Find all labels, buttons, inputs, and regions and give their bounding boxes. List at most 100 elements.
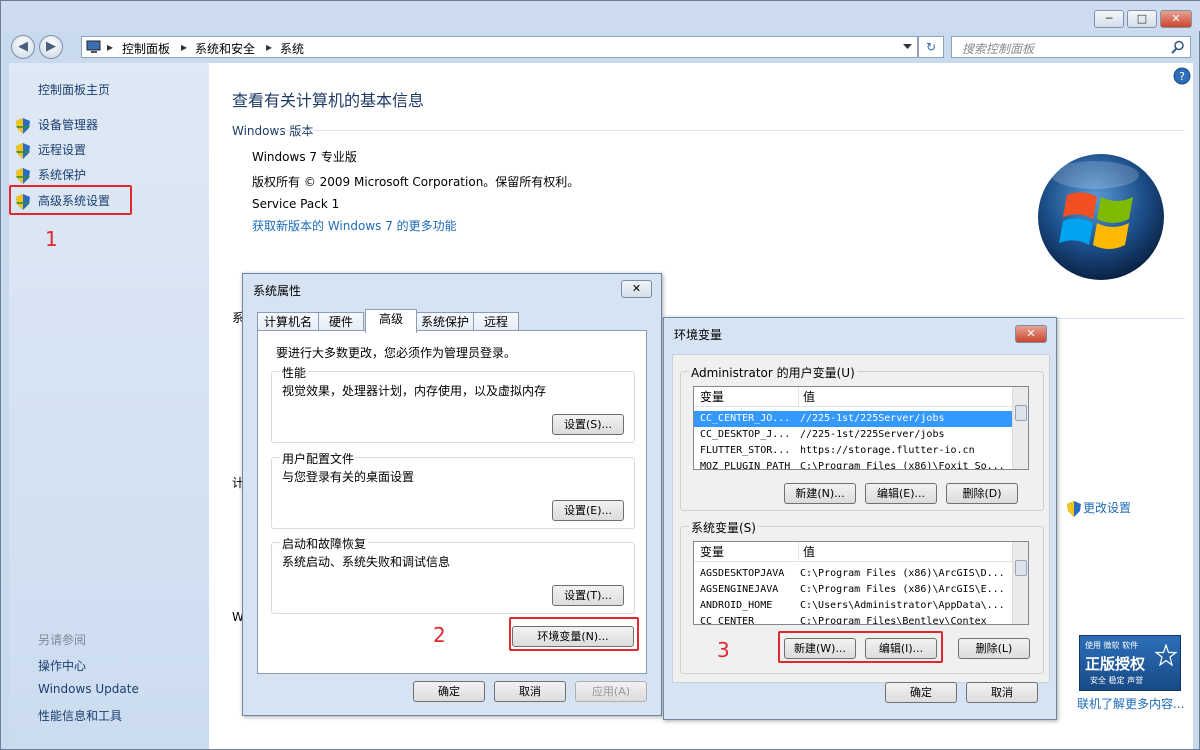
sidebar-item-label: 设备管理器 [38, 118, 99, 132]
admin-note: 要进行大多数更改，您必须作为管理员登录。 [276, 346, 517, 360]
var-name: CC_DESKTOP_J... [700, 429, 791, 440]
see-also-performance-info[interactable]: 性能信息和工具 [38, 707, 122, 724]
help-icon[interactable]: ? [1173, 67, 1191, 85]
performance-settings-button[interactable]: 设置(S)... [552, 414, 624, 435]
apply-button[interactable]: 应用(A) [575, 681, 647, 702]
column-variable[interactable]: 变量 [700, 387, 724, 407]
highlight-box [509, 617, 639, 651]
performance-group: 性能 视觉效果，处理器计划，内存使用，以及虚拟内存 设置(S)... [271, 364, 635, 443]
annotation-2: 2 [433, 623, 446, 647]
back-button[interactable]: ◀ [11, 35, 35, 59]
system-vars-list[interactable]: 变量 值 AGSDESKTOPJAVA C:\Program Files (x86)… [693, 541, 1029, 625]
var-value: C:\Program Files (x86)\ArcGIS\D... [800, 568, 1005, 579]
svg-text:?: ? [1179, 70, 1185, 83]
maximize-button[interactable]: □ [1127, 10, 1157, 28]
search-box[interactable]: 搜索控制面板 [951, 36, 1191, 58]
computer-icon [86, 40, 101, 53]
list-item[interactable]: CC_CENTER_JO... //225-1st/225Server/jobs [694, 411, 1028, 427]
user-delete-button[interactable]: 删除(D) [946, 483, 1018, 504]
list-item[interactable]: MOZ_PLUGIN_PATH C:\Program Files (x86)\Fo… [694, 459, 1028, 470]
genuine-badge[interactable]: 使用 微软 软件 正版授权 安全 稳定 声誉 [1079, 635, 1181, 691]
tab-remote[interactable]: 远程 [473, 312, 519, 332]
column-value[interactable]: 值 [798, 387, 815, 407]
var-value: C:\Program Files (x86)\ArcGIS\E... [800, 584, 1005, 595]
service-pack-text: Service Pack 1 [252, 197, 340, 211]
refresh-button[interactable]: ↻ [918, 36, 944, 58]
divider [277, 130, 1185, 131]
sidebar-item-device-manager[interactable]: 设备管理器 [16, 116, 98, 134]
annotation-1: 1 [45, 227, 58, 251]
column-variable[interactable]: 变量 [700, 542, 724, 562]
list-item[interactable]: FLUTTER_STOR... https://storage.flutter-i… [694, 443, 1028, 459]
see-also-windows-update[interactable]: Windows Update [38, 682, 139, 696]
scroll-thumb[interactable] [1015, 560, 1027, 576]
cancel-button[interactable]: 取消 [966, 682, 1038, 703]
highlight-box [9, 185, 132, 215]
change-settings-label: 更改设置 [1083, 501, 1132, 515]
change-settings-link[interactable]: 更改设置 [1067, 499, 1131, 517]
var-name: CC_CENTER_JO... [700, 413, 791, 424]
copyright-text: 版权所有 © 2009 Microsoft Corporation。保留所有权利… [252, 175, 580, 189]
breadcrumb-system-security[interactable]: 系统和安全 [195, 40, 255, 57]
user-new-button[interactable]: 新建(N)... [784, 483, 856, 504]
group-label: 启动和故障恢复 [280, 535, 369, 552]
var-name: AGSDESKTOPJAVA [700, 568, 785, 579]
dialog-close-button[interactable]: ✕ [1015, 325, 1047, 343]
cancel-button[interactable]: 取消 [494, 681, 566, 702]
var-name: CC_CENTER [700, 616, 755, 625]
sidebar-item-remote-settings[interactable]: 远程设置 [16, 141, 86, 159]
search-icon[interactable] [1171, 40, 1185, 54]
minimize-button[interactable]: ─ [1094, 10, 1124, 28]
list-item[interactable]: AGSDESKTOPJAVA C:\Program Files (x86)\Arc… [694, 566, 1028, 582]
partial-heading: 系 [232, 309, 245, 326]
ok-button[interactable]: 确定 [885, 682, 957, 703]
var-name: ANDROID_HOME [700, 600, 773, 611]
list-item[interactable]: CC_DESKTOP_J... //225-1st/225Server/jobs [694, 427, 1028, 443]
address-bar[interactable]: ▸ 控制面板 ▸ 系统和安全 ▸ 系统 [81, 36, 918, 58]
shield-icon [1067, 500, 1081, 517]
var-name: MOZ_PLUGIN_PATH [700, 461, 791, 470]
sidebar-item-system-protection[interactable]: 系统保护 [16, 166, 86, 184]
user-vars-group: Administrator 的用户变量(U) 变量 值 CC_CENTER_JO.… [680, 364, 1044, 511]
scrollbar[interactable] [1012, 387, 1028, 469]
back-arrow-icon: ◀ [18, 39, 28, 54]
group-description: 与您登录有关的桌面设置 [282, 470, 415, 484]
dialog-title: 系统属性 [253, 284, 302, 298]
var-name: FLUTTER_STOR... [700, 445, 791, 456]
list-item[interactable]: CC_CENTER C:\Program Files\Bentley\Contex [694, 614, 1028, 625]
forward-button[interactable]: ▶ [39, 35, 63, 59]
close-icon: ✕ [1026, 327, 1036, 340]
profiles-settings-button[interactable]: 设置(E)... [552, 500, 624, 521]
tab-system-protection[interactable]: 系统保护 [416, 312, 474, 332]
env-content: Administrator 的用户变量(U) 变量值 CC_CENTER_JO.… [672, 354, 1050, 683]
sidebar-home-link[interactable]: 控制面板主页 [38, 81, 110, 98]
breadcrumb-separator: ▸ [107, 40, 114, 54]
list-item[interactable]: AGSENGINEJAVA C:\Program Files (x86)\ArcG… [694, 582, 1028, 598]
scrollbar[interactable] [1012, 542, 1028, 624]
control-panel-window: ─ □ ✕ ◀ ▶ ▸ 控制面板 ▸ 系统和安全 ▸ 系统 ↻ 搜索控制面板 控… [0, 0, 1200, 750]
breadcrumb-separator: ▸ [266, 40, 273, 54]
ok-button[interactable]: 确定 [413, 681, 485, 702]
more-features-link[interactable]: 获取新版本的 Windows 7 的更多功能 [252, 217, 457, 234]
tab-computer-name[interactable]: 计算机名 [257, 312, 319, 332]
startup-settings-button[interactable]: 设置(T)... [552, 585, 624, 606]
system-delete-button[interactable]: 删除(L) [958, 638, 1030, 659]
group-description: 系统启动、系统失败和调试信息 [282, 555, 451, 569]
breadcrumb-system[interactable]: 系统 [280, 40, 304, 57]
tab-advanced[interactable]: 高级 [365, 309, 417, 333]
dialog-close-button[interactable]: ✕ [621, 280, 652, 298]
group-label: 性能 [280, 364, 309, 381]
tab-hardware[interactable]: 硬件 [318, 312, 364, 332]
user-edit-button[interactable]: 编辑(E)... [865, 483, 937, 504]
group-description: 视觉效果，处理器计划，内存使用，以及虚拟内存 [282, 384, 547, 398]
scroll-thumb[interactable] [1015, 405, 1027, 421]
dialog-title: 环境变量 [674, 328, 723, 342]
user-vars-list[interactable]: 变量 值 CC_CENTER_JO... //225-1st/225Server/j… [693, 386, 1029, 470]
close-button[interactable]: ✕ [1160, 10, 1192, 28]
column-value[interactable]: 值 [798, 542, 815, 562]
see-also-action-center[interactable]: 操作中心 [38, 657, 86, 674]
dropdown-icon[interactable] [903, 44, 912, 50]
list-item[interactable]: ANDROID_HOME C:\Users\Administrator\AppDa… [694, 598, 1028, 614]
learn-more-link[interactable]: 联机了解更多内容... [1077, 695, 1184, 712]
breadcrumb-control-panel[interactable]: 控制面板 [122, 40, 170, 57]
